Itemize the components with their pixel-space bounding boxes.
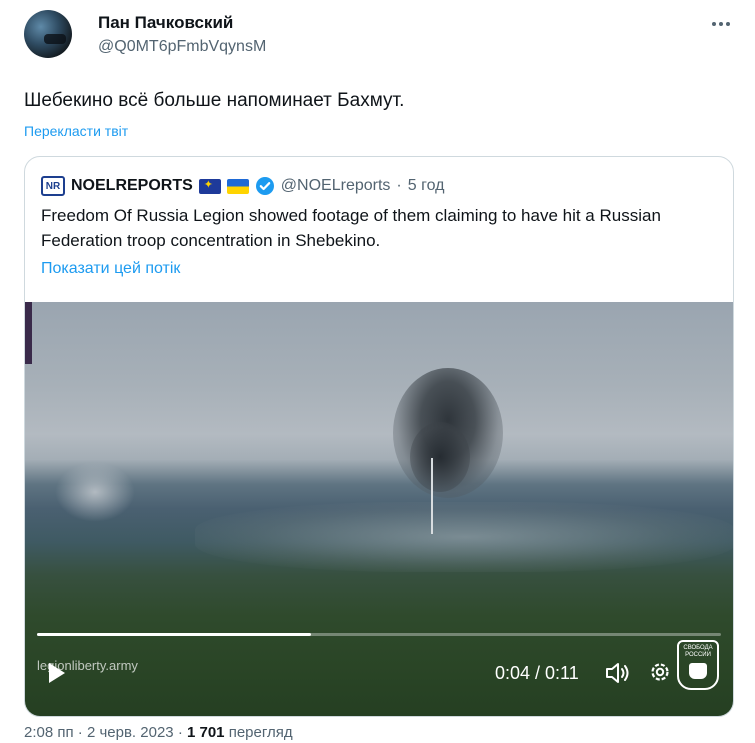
smoke-haze (55, 462, 135, 522)
video-progress-fill (37, 633, 311, 636)
town-area (195, 502, 733, 572)
avatar[interactable] (24, 10, 72, 58)
legion-logo-text-2: РОССИИ (685, 652, 711, 658)
legion-logo-text-1: СВОБОДА (683, 645, 713, 651)
video-time: 0:04 / 0:11 (495, 663, 579, 683)
translate-tweet-link[interactable]: Перекласти твіт (24, 123, 128, 139)
quoted-author-handle[interactable]: @NOELreports (281, 177, 391, 195)
separator-dot: · (396, 177, 402, 194)
meta-separator: · (177, 724, 183, 741)
quoted-tweet-header: NR NOELREPORTS @NOELreports · 5 год (41, 175, 444, 197)
more-options-icon[interactable] (711, 14, 731, 34)
quoted-timestamp[interactable]: 5 год (408, 177, 445, 195)
tweet-time[interactable]: 2:08 пп (24, 724, 74, 741)
video-edge-bar (25, 302, 32, 364)
verified-badge-icon (255, 177, 274, 195)
views-label: перегляд (228, 724, 293, 741)
author-handle[interactable]: @Q0MT6pFmbVqynsM (98, 38, 266, 56)
radio-mast (431, 458, 433, 534)
eu-flag-icon (198, 178, 221, 194)
smoke-core (410, 422, 470, 492)
legion-logo: СВОБОДА РОССИИ (677, 640, 719, 690)
quoted-tweet-text: Freedom Of Russia Legion showed footage … (41, 206, 661, 250)
quoted-tweet-card[interactable]: NR NOELREPORTS @NOELreports · 5 год Free… (24, 156, 734, 717)
tweet-date[interactable]: 2 черв. 2023 (87, 724, 174, 741)
noelreports-logo: NR (41, 176, 65, 196)
author-name[interactable]: Пан Пачковский (98, 13, 233, 33)
ukraine-flag-icon (226, 178, 249, 194)
video-progress-bar[interactable] (37, 633, 721, 636)
video-player[interactable]: legionliberty.army 0:04 / 0:11 СВОБОДА Р… (25, 302, 733, 716)
play-icon[interactable] (43, 660, 69, 686)
fist-icon (689, 663, 707, 679)
tweet-meta: 2:08 пп · 2 черв. 2023 · 1 701 перегляд (24, 724, 293, 741)
meta-separator: · (77, 724, 83, 741)
show-thread-link[interactable]: Показати цей потік (41, 260, 180, 278)
view-count: 1 701 (186, 724, 225, 741)
tweet-text: Шебекино всё больше напоминает Бахмут. (24, 90, 405, 111)
quoted-author-name[interactable]: NOELREPORTS (71, 177, 193, 195)
gear-icon[interactable] (648, 660, 672, 684)
volume-icon[interactable] (604, 660, 630, 686)
